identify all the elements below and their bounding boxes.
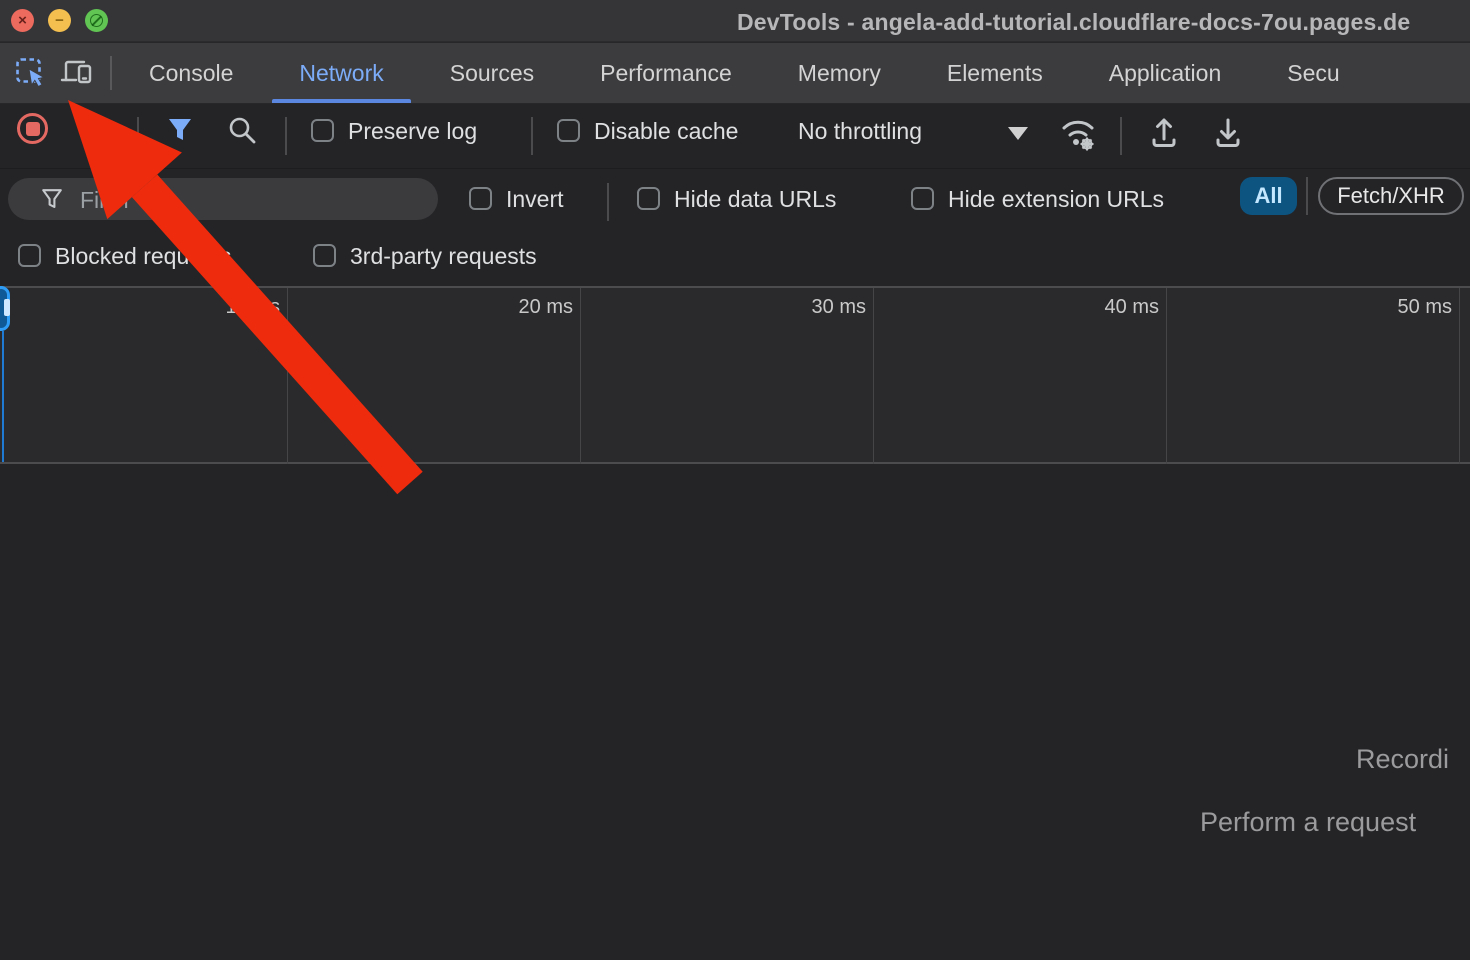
timeline-gridline bbox=[287, 288, 288, 464]
invert-label[interactable]: Invert bbox=[506, 187, 564, 212]
overview-drag-line bbox=[2, 331, 4, 462]
record-stop-icon bbox=[26, 122, 40, 136]
hide-data-urls-label[interactable]: Hide data URLs bbox=[674, 187, 836, 212]
timeline-tick-label: 50 ms bbox=[1332, 296, 1452, 319]
clear-network-log-button[interactable] bbox=[80, 115, 107, 142]
preserve-log-checkbox[interactable] bbox=[311, 119, 334, 142]
filter-bar: Filter Invert Hide data URLs Hide extens… bbox=[0, 170, 1470, 228]
record-network-log-button[interactable] bbox=[17, 113, 48, 144]
close-window-button[interactable]: × bbox=[11, 9, 34, 32]
timeline-tick-label: 40 ms bbox=[1039, 296, 1159, 319]
tab-sources[interactable]: Sources bbox=[417, 43, 567, 103]
hide-data-urls-checkbox[interactable] bbox=[637, 187, 660, 210]
tab-security[interactable]: Secu bbox=[1254, 43, 1372, 103]
tab-console[interactable]: Console bbox=[116, 43, 266, 103]
titlebar: × − DevTools - angela-add-tutorial.cloud… bbox=[0, 0, 1470, 42]
import-har-icon[interactable] bbox=[1146, 114, 1182, 150]
invert-checkbox[interactable] bbox=[469, 187, 492, 210]
tab-application[interactable]: Application bbox=[1076, 43, 1255, 103]
network-panel: Preserve log Disable cache No throttling bbox=[0, 104, 1470, 960]
inspect-icon bbox=[15, 57, 47, 89]
filter-funnel-icon[interactable] bbox=[165, 115, 195, 145]
tab-elements[interactable]: Elements bbox=[914, 43, 1076, 103]
window-title: DevTools - angela-add-tutorial.cloudflar… bbox=[737, 9, 1410, 36]
filter-input[interactable]: Filter bbox=[8, 178, 438, 220]
network-toolbar: Preserve log Disable cache No throttling bbox=[0, 104, 1470, 169]
devtools-window: × − DevTools - angela-add-tutorial.cloud… bbox=[0, 0, 1470, 960]
toolbar-separator bbox=[137, 117, 139, 155]
fullscreen-window-button[interactable] bbox=[85, 9, 108, 32]
timeline-tick-label: 10 ms bbox=[160, 296, 280, 319]
network-conditions-icon[interactable] bbox=[1056, 112, 1100, 152]
timeline-gridline bbox=[1166, 288, 1167, 464]
blocked-requests-checkbox[interactable] bbox=[18, 244, 41, 267]
preserve-log-label[interactable]: Preserve log bbox=[348, 119, 477, 144]
export-har-icon[interactable] bbox=[1210, 114, 1246, 150]
empty-state-recording-text: Recordi bbox=[1356, 744, 1449, 775]
hide-extension-urls-label[interactable]: Hide extension URLs bbox=[948, 187, 1164, 212]
request-type-chip-all[interactable]: All bbox=[1240, 177, 1297, 215]
timeline-gridline bbox=[1459, 288, 1460, 464]
dropdown-caret-icon[interactable] bbox=[1008, 127, 1028, 140]
devtools-tabbar: Console Network Sources Performance Memo… bbox=[0, 43, 1470, 103]
drag-grip-icon bbox=[4, 299, 10, 316]
tab-performance[interactable]: Performance bbox=[567, 43, 765, 103]
search-icon[interactable] bbox=[227, 115, 257, 145]
request-type-chip-fetch-xhr[interactable]: Fetch/XHR bbox=[1318, 177, 1464, 215]
timeline-tick-label: 20 ms bbox=[453, 296, 573, 319]
tabbar-separator bbox=[110, 56, 112, 90]
blocked-requests-label[interactable]: Blocked requests bbox=[55, 244, 231, 269]
device-toolbar-icon bbox=[60, 58, 94, 88]
inspect-element-button[interactable] bbox=[8, 51, 54, 95]
filter-placeholder: Filter bbox=[80, 187, 131, 214]
hide-extension-urls-checkbox[interactable] bbox=[911, 187, 934, 210]
disable-cache-label[interactable]: Disable cache bbox=[594, 119, 738, 144]
timeline-gridline bbox=[873, 288, 874, 464]
disable-cache-checkbox[interactable] bbox=[557, 119, 580, 142]
filter-bar-secondary: Blocked requests 3rd-party requests bbox=[0, 228, 1470, 285]
slash-circle-icon bbox=[90, 14, 103, 27]
toolbar-separator bbox=[285, 117, 287, 155]
third-party-requests-label[interactable]: 3rd-party requests bbox=[350, 244, 537, 269]
filter-funnel-icon bbox=[40, 187, 64, 211]
throttling-select[interactable]: No throttling bbox=[798, 119, 922, 144]
third-party-requests-checkbox[interactable] bbox=[313, 244, 336, 267]
timeline-overview[interactable]: 10 ms 20 ms 30 ms 40 ms 50 ms bbox=[0, 286, 1470, 464]
empty-state-hint-text: Perform a request bbox=[1200, 807, 1416, 838]
filter-separator bbox=[1306, 177, 1308, 215]
filter-separator bbox=[607, 183, 609, 221]
tab-memory[interactable]: Memory bbox=[765, 43, 914, 103]
toolbar-separator bbox=[1120, 117, 1122, 155]
toggle-device-toolbar-button[interactable] bbox=[54, 51, 100, 95]
tab-network[interactable]: Network bbox=[266, 43, 416, 103]
overview-drag-handle[interactable] bbox=[0, 286, 10, 331]
toolbar-separator bbox=[531, 117, 533, 155]
timeline-tick-label: 30 ms bbox=[746, 296, 866, 319]
timeline-gridline bbox=[580, 288, 581, 464]
minimize-window-button[interactable]: − bbox=[48, 9, 71, 32]
